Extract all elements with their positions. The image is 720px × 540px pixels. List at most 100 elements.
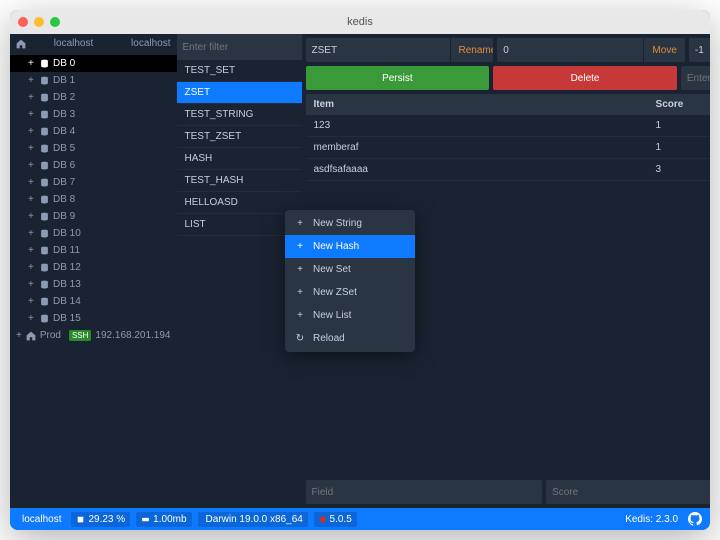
sidebar-db-item[interactable]: +DB 6 xyxy=(10,157,177,174)
expand-icon: + xyxy=(28,211,36,222)
status-cpu: 29.23 % xyxy=(71,512,130,527)
expand-icon: + xyxy=(28,296,36,307)
sidebar-db-item[interactable]: +DB 15 xyxy=(10,310,177,327)
key-item[interactable]: TEST_STRING xyxy=(177,104,302,126)
expand-icon: + xyxy=(28,245,36,256)
field-input[interactable] xyxy=(306,480,543,504)
key-item[interactable]: TEST_SET xyxy=(177,60,302,82)
ttl-input[interactable] xyxy=(689,38,710,62)
key-item[interactable]: LIST xyxy=(177,214,302,236)
close-button[interactable] xyxy=(18,17,28,27)
key-item[interactable]: TEST_ZSET xyxy=(177,126,302,148)
database-icon xyxy=(40,297,49,306)
key-filter-input[interactable] xyxy=(177,34,321,60)
sidebar-db-item[interactable]: +DB 10 xyxy=(10,225,177,242)
context-menu-item[interactable]: ↻Reload xyxy=(285,327,415,350)
database-icon xyxy=(40,314,49,323)
database-icon xyxy=(40,93,49,102)
reload-icon: ↻ xyxy=(295,333,305,344)
table-row[interactable]: memberaf1Delete xyxy=(306,137,711,159)
sidebar-db-item[interactable]: +DB 12 xyxy=(10,259,177,276)
expand-icon: + xyxy=(16,330,22,341)
ssh-badge: SSH xyxy=(69,330,91,341)
expand-icon: + xyxy=(28,92,36,103)
github-icon[interactable] xyxy=(688,512,702,526)
expand-icon: + xyxy=(28,143,36,154)
score-input[interactable] xyxy=(546,480,710,504)
status-os: Darwin 19.0.0 x86_64 xyxy=(198,512,308,527)
key-item[interactable]: HELLOASD xyxy=(177,192,302,214)
context-menu-item[interactable]: +New ZSet xyxy=(285,281,415,304)
database-icon xyxy=(40,110,49,119)
database-icon xyxy=(40,229,49,238)
context-menu-item[interactable]: +New List xyxy=(285,304,415,327)
plus-icon: + xyxy=(295,241,305,252)
expand-icon: + xyxy=(28,126,36,137)
database-icon xyxy=(40,144,49,153)
status-redis: ◆ 5.0.5 xyxy=(314,512,357,527)
table-row[interactable]: asdfsafaaaa3Delete xyxy=(306,159,711,181)
minimize-button[interactable] xyxy=(34,17,44,27)
database-icon xyxy=(40,212,49,221)
sidebar-db-item[interactable]: +DB 8 xyxy=(10,191,177,208)
member-filter-input[interactable] xyxy=(681,66,710,90)
memory-icon xyxy=(141,515,150,524)
redis-icon: ◆ xyxy=(319,514,327,525)
sidebar-db-item[interactable]: +DB 14 xyxy=(10,293,177,310)
home-icon xyxy=(26,331,36,341)
sidebar-db-item[interactable]: +DB 11 xyxy=(10,242,177,259)
sidebar-db-item[interactable]: +DB 2 xyxy=(10,89,177,106)
sidebar-db-item[interactable]: +DB 4 xyxy=(10,123,177,140)
plus-icon: + xyxy=(295,218,305,229)
sidebar-db-item[interactable]: +DB 9 xyxy=(10,208,177,225)
status-host: localhost xyxy=(18,514,65,525)
status-mem: 1.00mb xyxy=(136,512,191,527)
database-icon xyxy=(40,178,49,187)
sidebar-db-item[interactable]: +DB 7 xyxy=(10,174,177,191)
context-menu-item[interactable]: +New Set xyxy=(285,258,415,281)
expand-icon: + xyxy=(28,75,36,86)
key-item[interactable]: TEST_HASH xyxy=(177,170,302,192)
table-row[interactable]: 1231Delete xyxy=(306,115,711,137)
status-bar: localhost 29.23 % 1.00mb Darwin 19.0.0 x… xyxy=(10,508,710,530)
expand-icon: + xyxy=(28,58,36,69)
expand-icon: + xyxy=(28,228,36,239)
sidebar-db-item[interactable]: +DB 1 xyxy=(10,72,177,89)
expand-icon: + xyxy=(28,160,36,171)
window-title: kedis xyxy=(347,16,373,28)
expand-icon: + xyxy=(28,313,36,324)
plus-icon: + xyxy=(295,287,305,298)
sidebar-host-prod[interactable]: + Prod SSH 192.168.201.194 xyxy=(10,327,177,344)
sidebar: localhost localhost +DB 0+DB 1+DB 2+DB 3… xyxy=(10,34,177,508)
database-icon xyxy=(40,246,49,255)
sidebar-db-item[interactable]: +DB 5 xyxy=(10,140,177,157)
key-item[interactable]: ZSET xyxy=(177,82,302,104)
maximize-button[interactable] xyxy=(50,17,60,27)
move-button[interactable]: Move xyxy=(643,38,684,62)
delete-button[interactable]: Delete xyxy=(493,66,677,90)
col-score: Score xyxy=(648,94,710,115)
home-icon xyxy=(16,39,26,49)
key-name-input[interactable] xyxy=(306,38,450,62)
persist-button[interactable]: Persist xyxy=(306,66,490,90)
database-icon xyxy=(40,161,49,170)
context-menu-item[interactable]: +New String xyxy=(285,212,415,235)
key-list: TEST_SETZSETTEST_STRINGTEST_ZSETHASHTEST… xyxy=(177,34,302,508)
expand-icon: + xyxy=(28,194,36,205)
database-icon xyxy=(40,195,49,204)
sidebar-db-item[interactable]: +DB 13 xyxy=(10,276,177,293)
db-index-input[interactable] xyxy=(497,38,643,62)
database-icon xyxy=(40,127,49,136)
key-item[interactable]: HASH xyxy=(177,148,302,170)
context-menu-item[interactable]: +New Hash xyxy=(285,235,415,258)
expand-icon: + xyxy=(28,177,36,188)
plus-icon: + xyxy=(295,264,305,275)
rename-button[interactable]: Rename xyxy=(450,38,494,62)
expand-icon: + xyxy=(28,262,36,273)
database-icon xyxy=(40,280,49,289)
cpu-icon xyxy=(76,515,85,524)
status-app-version: Kedis: 2.3.0 xyxy=(621,514,682,525)
sidebar-db-item[interactable]: +DB 0 xyxy=(10,55,177,72)
expand-icon: + xyxy=(28,109,36,120)
sidebar-db-item[interactable]: +DB 3 xyxy=(10,106,177,123)
